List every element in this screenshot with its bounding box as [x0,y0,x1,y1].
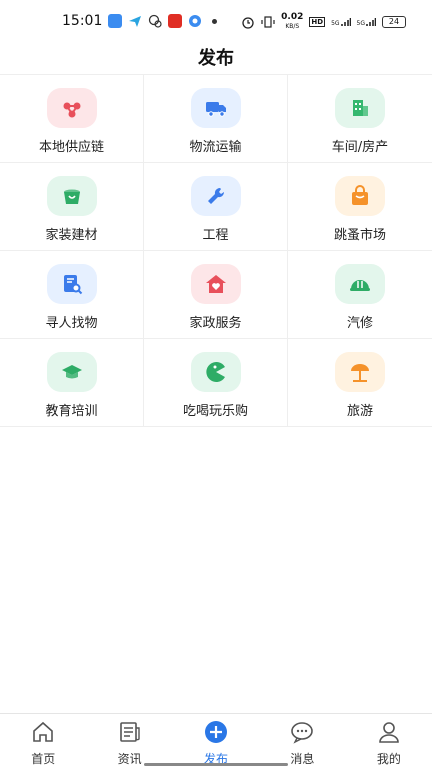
user-icon [377,720,401,747]
net-speed-value: 0.02 [281,12,304,22]
bucket-icon [46,176,97,216]
category-label: 教育培训 [45,404,98,419]
category-label: 本地供应链 [38,140,104,155]
home-icon [31,720,55,747]
category-item[interactable]: 家装建材 [0,163,144,251]
category-item[interactable]: 家政服务 [144,251,288,339]
category-item[interactable]: 工程 [144,163,288,251]
category-item[interactable]: 本地供应链 [0,75,144,163]
net-speed: 0.02 KB/S [281,13,303,31]
category-label: 汽修 [346,316,373,331]
bottom-tab-bar: 首页 资讯 发布消息 我的 [0,713,432,768]
category-label: 车间/房产 [331,140,389,155]
category-label: 家装建材 [45,228,98,243]
net-speed-unit: KB/S [285,23,300,30]
category-label: 旅游 [346,404,373,419]
signal-5g-1: 5G [331,17,351,27]
signal-5g-2: 5G [357,17,376,27]
pinduoduo-icon [168,14,182,28]
category-label: 家政服务 [189,316,242,331]
category-item[interactable]: 跳蚤市场 [288,163,432,251]
tab-label: 消息 [290,752,315,766]
status-time: 15:01 [62,13,103,29]
tab-user[interactable]: 我的 [346,714,432,768]
category-item[interactable]: 旅游 [288,339,432,427]
category-item[interactable]: 吃喝玩乐购 [144,339,288,427]
tab-label: 首页 [31,752,56,766]
app-notification-icon [108,14,122,28]
category-grid: 本地供应链 物流运输 车间/房产家装建材 工程 跳蚤市场寻人找物 家政服务 汽修教育培训 吃喝… [0,74,432,427]
hd-badge: HD [309,17,326,27]
search-doc-icon [46,264,97,304]
truck-icon [190,88,241,128]
house-heart-icon [190,264,241,304]
category-item[interactable]: 汽修 [288,251,432,339]
helmet-icon [335,264,385,304]
category-item[interactable]: 教育培训 [0,339,144,427]
tab-label: 资讯 [117,752,142,766]
graduation-cap-icon [46,352,97,392]
wrench-icon [190,176,241,216]
alarm-icon [241,15,255,29]
pacman-icon [190,352,241,392]
vibrate-icon [261,15,275,29]
notification-icons [108,14,217,28]
category-item[interactable]: 寻人找物 [0,251,144,339]
category-label: 寻人找物 [45,316,98,331]
dot-icon [212,18,217,24]
network-icon [46,88,97,128]
category-label: 物流运输 [189,140,242,155]
add-circle-icon [204,720,228,747]
building-icon [335,88,385,128]
tab-add-circle[interactable]: 发布 [173,714,259,768]
tab-home[interactable]: 首页 [0,714,86,768]
battery-icon: 24 [382,16,406,28]
news-icon [118,720,142,747]
message-icon [290,720,314,747]
tab-message[interactable]: 消息 [259,714,345,768]
category-item[interactable]: 车间/房产 [288,75,432,163]
paper-plane-icon [128,14,142,28]
category-label: 工程 [202,228,229,243]
category-label: 吃喝玩乐购 [182,404,248,419]
status-bar: 15:01 0.02 KB/S HD 5G 5G 24 [0,0,432,44]
eye-app-icon [188,14,202,28]
category-item[interactable]: 物流运输 [144,75,288,163]
tab-news[interactable]: 资讯 [86,714,172,768]
status-right-group: 0.02 KB/S HD 5G 5G 24 [241,13,406,31]
bag-icon [335,176,385,216]
home-indicator[interactable] [144,763,288,766]
wechat-icon [148,14,162,28]
tab-label: 我的 [376,752,401,766]
beach-umbrella-icon [335,352,385,392]
page-title: 发布 [198,48,234,69]
category-label: 跳蚤市场 [333,228,386,243]
